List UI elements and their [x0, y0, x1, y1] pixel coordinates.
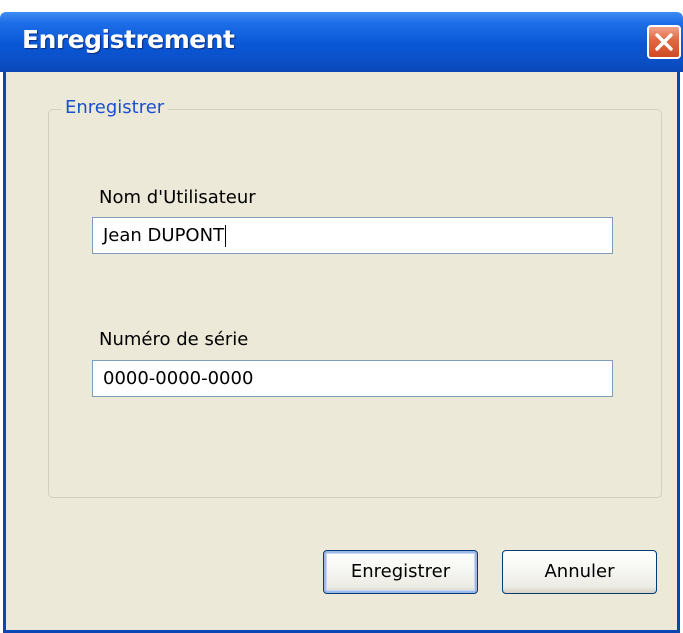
register-groupbox: Enregistrer Nom d'Utilisateur Jean DUPON…: [48, 97, 662, 498]
text-caret: [225, 225, 227, 247]
registration-dialog: Enregistrement Enregistrer Nom d'Utilisa…: [0, 0, 683, 633]
register-button[interactable]: Enregistrer: [323, 550, 478, 594]
title-bar[interactable]: Enregistrement: [0, 12, 683, 72]
groupbox-legend: Enregistrer: [61, 97, 169, 118]
serial-value: 0000-0000-0000: [103, 368, 254, 389]
username-value: Jean DUPONT: [103, 225, 225, 246]
cancel-button[interactable]: Annuler: [502, 550, 657, 594]
dialog-body: Enregistrer Nom d'Utilisateur Jean DUPON…: [3, 72, 680, 633]
username-input[interactable]: Jean DUPONT: [92, 217, 613, 254]
serial-label: Numéro de série: [99, 329, 249, 350]
close-button[interactable]: [647, 25, 681, 59]
serial-input[interactable]: 0000-0000-0000: [92, 360, 613, 397]
username-label: Nom d'Utilisateur: [99, 187, 256, 208]
close-icon: [655, 33, 673, 51]
window-title: Enregistrement: [22, 25, 235, 54]
